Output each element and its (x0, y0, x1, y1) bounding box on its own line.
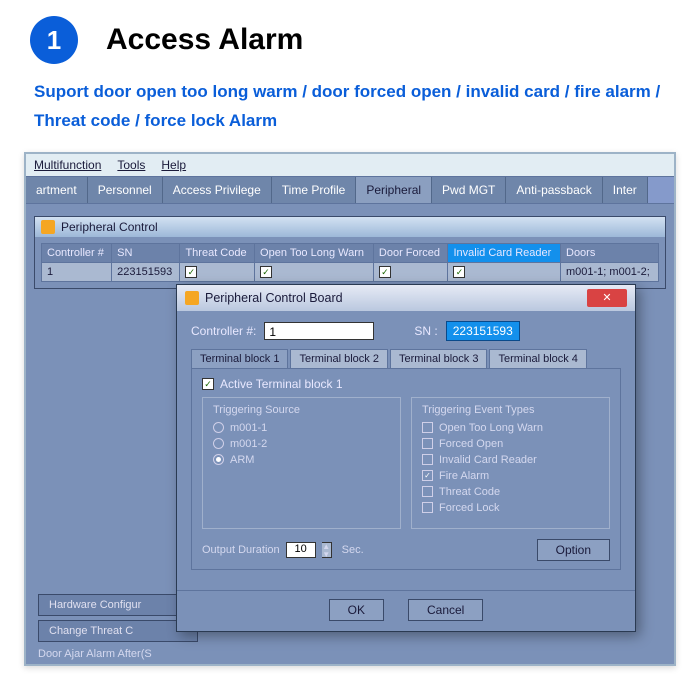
workspace: Peripheral Control Controller # SN Threa… (26, 204, 674, 664)
dialog-peripheral-control-board: Peripheral Control Board ✕ Controller #:… (176, 284, 636, 632)
duration-unit: Sec. (342, 544, 364, 556)
child-window-title-text: Peripheral Control (61, 220, 158, 234)
spinner-buttons[interactable]: ▲▼ (322, 542, 332, 558)
ck-label: Forced Open (439, 438, 503, 450)
th-open-too-long[interactable]: Open Too Long Warn (255, 243, 374, 262)
tab-pwd-mgt[interactable]: Pwd MGT (432, 177, 506, 203)
check-icon: ✓ (453, 266, 465, 278)
th-sn[interactable]: SN (112, 243, 180, 262)
check-icon: ✓ (185, 266, 197, 278)
main-tabbar: artment Personnel Access Privilege Time … (26, 176, 674, 204)
controller-field[interactable]: 1 (264, 322, 374, 340)
child-window-title: Peripheral Control (35, 217, 665, 237)
cell-sn: 223151593 (112, 262, 180, 281)
th-invalid-card[interactable]: Invalid Card Reader (448, 243, 561, 262)
bottom-buttons: Hardware Configur Change Threat C Door A… (38, 594, 198, 660)
ck-label: Fire Alarm (439, 470, 489, 482)
dialog-title-text: Peripheral Control Board (205, 291, 343, 305)
ck-label: Invalid Card Reader (439, 454, 537, 466)
radio-m001-1[interactable] (213, 422, 224, 433)
hardware-configure-button[interactable]: Hardware Configur (38, 594, 198, 616)
controller-label: Controller #: (191, 324, 256, 338)
window-icon (41, 220, 55, 234)
ok-button[interactable]: OK (329, 599, 384, 621)
tab-terminal-4[interactable]: Terminal block 4 (489, 349, 586, 368)
ck-label: Threat Code (439, 486, 500, 498)
menu-multifunction[interactable]: Multifunction (34, 158, 101, 172)
ck-fire-alarm[interactable]: ✓ (422, 470, 433, 481)
app-window: Multifunction Tools Help artment Personn… (24, 152, 676, 666)
peripheral-table: Controller # SN Threat Code Open Too Lon… (41, 243, 659, 282)
tab-anti-passback[interactable]: Anti-passback (506, 177, 602, 203)
page-title: Access Alarm (106, 23, 303, 57)
ck-open-too-long[interactable] (422, 422, 433, 433)
cell-door-forced: ✓ (373, 262, 448, 281)
cell-threat: ✓ (180, 262, 255, 281)
cell-doors: m001-1; m001-2; (561, 262, 659, 281)
sn-label: SN : (414, 324, 437, 338)
tab-personnel[interactable]: Personnel (88, 177, 163, 203)
tab-terminal-2[interactable]: Terminal block 2 (290, 349, 387, 368)
tab-peripheral[interactable]: Peripheral (356, 177, 432, 203)
ck-forced-open[interactable] (422, 438, 433, 449)
ck-label: Open Too Long Warn (439, 422, 543, 434)
tab-terminal-3[interactable]: Terminal block 3 (390, 349, 487, 368)
menubar: Multifunction Tools Help (26, 154, 674, 176)
change-threat-button[interactable]: Change Threat C (38, 620, 198, 642)
radio-label: ARM (230, 454, 254, 466)
ck-threat-code[interactable] (422, 486, 433, 497)
check-icon: ✓ (260, 266, 272, 278)
door-ajar-label: Door Ajar Alarm After(S (38, 646, 198, 660)
group-triggering-source: Triggering Source m001-1 m001-2 ARM (202, 397, 401, 529)
tab-inter[interactable]: Inter (603, 177, 648, 203)
terminal-panel: ✓ Active Terminal block 1 Triggering Sou… (191, 368, 621, 570)
radio-m001-2[interactable] (213, 438, 224, 449)
cancel-button[interactable]: Cancel (408, 599, 483, 621)
menu-tools[interactable]: Tools (117, 158, 145, 172)
radio-label: m001-1 (230, 422, 267, 434)
active-block-checkbox[interactable]: ✓ (202, 378, 214, 390)
cell-open-too-long: ✓ (255, 262, 374, 281)
radio-label: m001-2 (230, 438, 267, 450)
dialog-icon (185, 291, 199, 305)
sn-field[interactable]: 223151593 (446, 321, 520, 341)
ck-invalid-card[interactable] (422, 454, 433, 465)
tab-access-privilege[interactable]: Access Privilege (163, 177, 272, 203)
cell-invalid-card: ✓ (448, 262, 561, 281)
step-badge: 1 (30, 16, 78, 64)
duration-label: Output Duration (202, 544, 280, 556)
check-icon: ✓ (379, 266, 391, 278)
tab-department[interactable]: artment (26, 177, 88, 203)
radio-arm[interactable] (213, 454, 224, 465)
th-controller[interactable]: Controller # (42, 243, 112, 262)
menu-help[interactable]: Help (161, 158, 186, 172)
group-title-events: Triggering Event Types (422, 404, 599, 416)
group-title-source: Triggering Source (213, 404, 390, 416)
th-doors[interactable]: Doors (561, 243, 659, 262)
close-button[interactable]: ✕ (587, 289, 627, 307)
child-window-peripheral: Peripheral Control Controller # SN Threa… (34, 216, 666, 289)
terminal-tabs: Terminal block 1 Terminal block 2 Termin… (191, 349, 621, 368)
table-row[interactable]: 1 223151593 ✓ ✓ ✓ ✓ m001-1; m001-2; (42, 262, 659, 281)
th-door-forced[interactable]: Door Forced (373, 243, 448, 262)
dialog-titlebar[interactable]: Peripheral Control Board ✕ (177, 285, 635, 311)
ck-label: Forced Lock (439, 502, 500, 514)
cell-controller: 1 (42, 262, 112, 281)
group-event-types: Triggering Event Types Open Too Long War… (411, 397, 610, 529)
ck-forced-lock[interactable] (422, 502, 433, 513)
tab-time-profile[interactable]: Time Profile (272, 177, 357, 203)
tab-terminal-1[interactable]: Terminal block 1 (191, 349, 288, 368)
duration-field[interactable]: 10 (286, 542, 316, 558)
active-block-label: Active Terminal block 1 (220, 377, 343, 391)
th-threat-code[interactable]: Threat Code (180, 243, 255, 262)
page-subtitle: Suport door open too long warm / door fo… (0, 72, 700, 152)
option-button[interactable]: Option (537, 539, 610, 561)
